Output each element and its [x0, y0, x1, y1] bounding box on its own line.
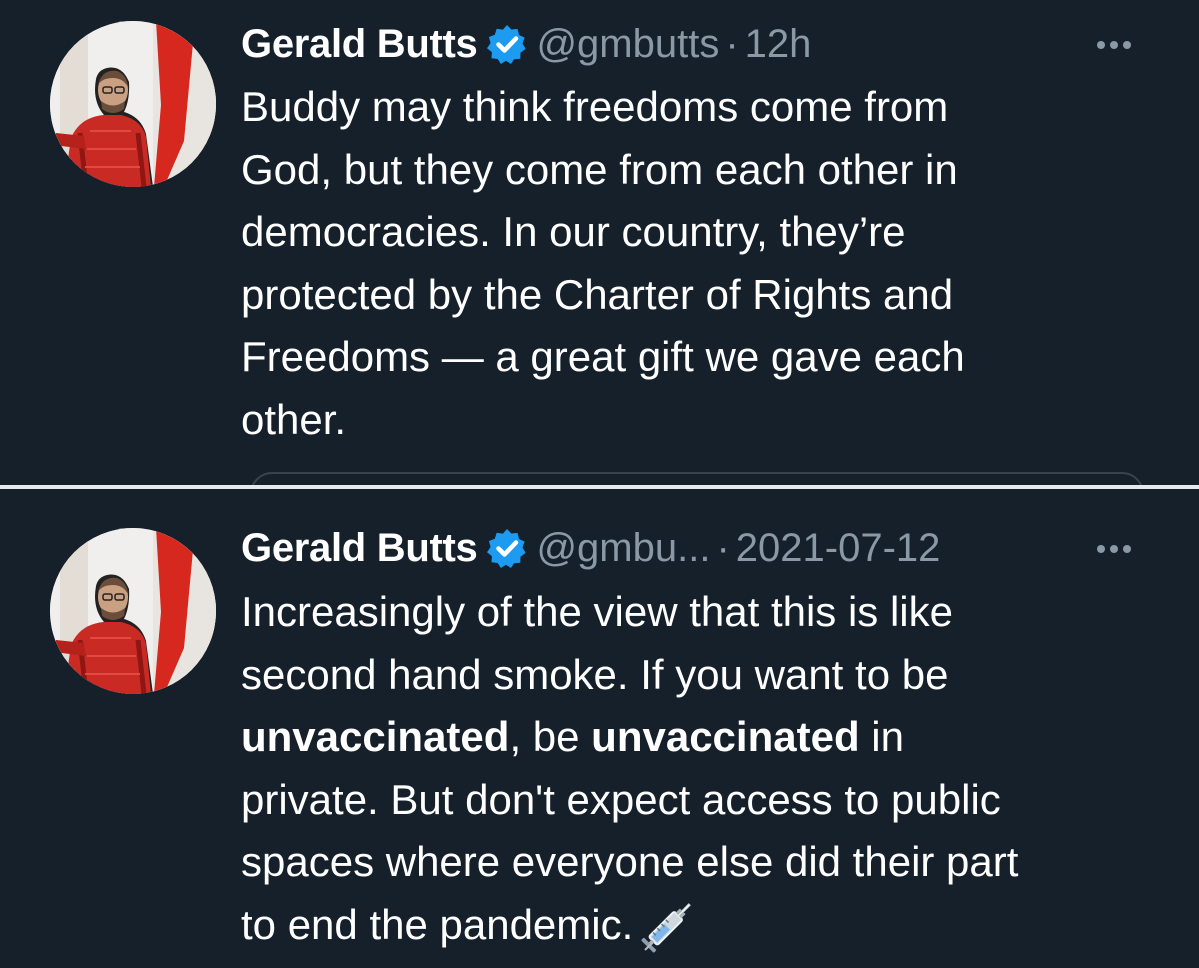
- more-dot: [1110, 41, 1118, 49]
- more-dot: [1097, 41, 1105, 49]
- more-dot: [1123, 545, 1131, 553]
- timestamp[interactable]: 2021-07-12: [736, 526, 941, 571]
- author-handle[interactable]: @gmbutts: [536, 22, 719, 67]
- avatar[interactable]: [50, 528, 216, 694]
- verified-badge-icon: [487, 528, 527, 568]
- emphasized-word: unvaccinated: [591, 713, 860, 760]
- more-dot: [1097, 545, 1105, 553]
- more-options-icon[interactable]: [1097, 543, 1131, 555]
- tweet-1[interactable]: Gerald Butts @gmbutts · 12h Buddy may th…: [0, 0, 1199, 485]
- header-separator: ·: [716, 525, 730, 570]
- tweet-header: Gerald Butts @gmbu... · 2021-07-12: [241, 523, 940, 573]
- more-dot: [1110, 545, 1118, 553]
- timestamp[interactable]: 12h: [745, 22, 812, 67]
- emphasized-word: unvaccinated: [241, 713, 510, 760]
- syringe-icon: [641, 895, 699, 953]
- tweet-2[interactable]: Gerald Butts @gmbu... · 2021-07-12 Incre…: [0, 489, 1199, 968]
- tweet-text-segment: , be: [509, 713, 592, 760]
- more-dot: [1123, 41, 1131, 49]
- verified-badge-icon: [487, 24, 527, 64]
- author-name[interactable]: Gerald Butts: [241, 526, 478, 571]
- profile-photo: [50, 21, 216, 187]
- tweet-header: Gerald Butts @gmbutts · 12h: [241, 19, 811, 69]
- author-name[interactable]: Gerald Butts: [241, 22, 478, 67]
- profile-photo: [50, 528, 216, 694]
- more-options-icon[interactable]: [1097, 39, 1131, 51]
- header-separator: ·: [725, 21, 739, 66]
- author-handle[interactable]: @gmbu...: [536, 526, 710, 571]
- tweet-text: Buddy may think freedoms come from God, …: [241, 83, 965, 443]
- quoted-tweet-card-edge: [250, 472, 1144, 485]
- avatar[interactable]: [50, 21, 216, 187]
- tweet-text-segment: Increasingly of the view that this is li…: [241, 588, 953, 698]
- tweet-text: Increasingly of the view that this is li…: [241, 581, 1151, 956]
